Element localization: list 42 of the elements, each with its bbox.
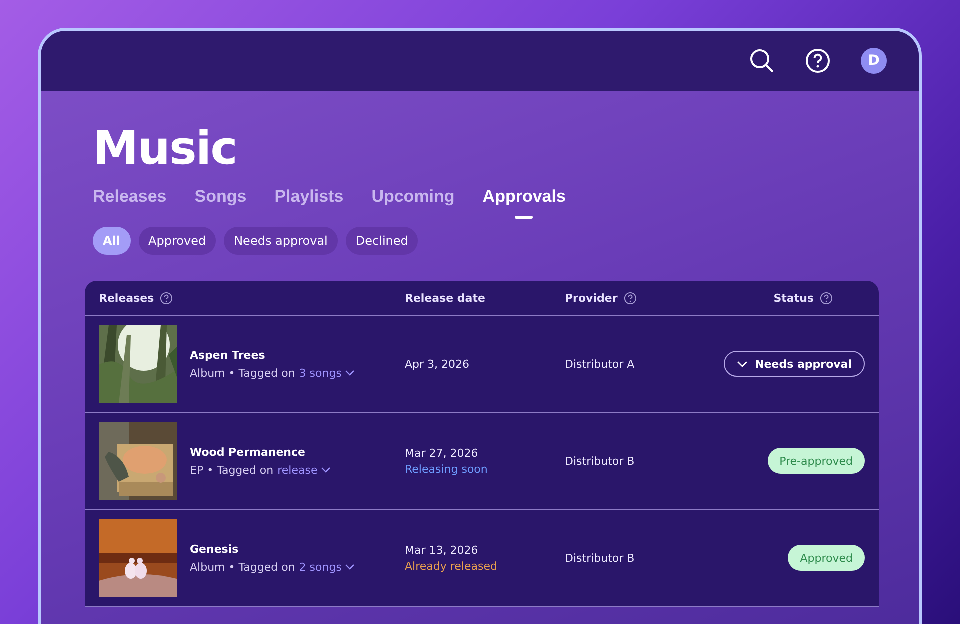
tag-link[interactable]: 2 songs (299, 560, 355, 574)
release-meta: Album • Tagged on (190, 560, 296, 574)
release-date: Apr 3, 2026 (405, 358, 471, 370)
column-header: Provider (565, 292, 618, 304)
release-name: Wood Permanence (190, 446, 306, 458)
provider: Distributor B (565, 552, 636, 564)
tag-link[interactable]: release (278, 464, 331, 476)
provider: Distributor A (565, 358, 636, 370)
date-note: Already released (405, 560, 498, 572)
search-icon[interactable] (749, 48, 775, 74)
column-header: Status (774, 292, 814, 304)
tab[interactable]: Upcoming (372, 187, 455, 223)
filter-chip[interactable]: Declined (346, 227, 418, 255)
status-dropdown[interactable]: Needs approval (724, 351, 865, 377)
tab[interactable]: Songs (194, 187, 247, 223)
status-badge: Approved (788, 545, 865, 571)
help-icon[interactable] (160, 292, 174, 304)
release-meta: EP • Tagged on (190, 464, 274, 476)
chevron-icon (344, 564, 355, 570)
filter-chip[interactable]: Needs approval (224, 227, 338, 255)
filter-chip[interactable]: Approved (138, 227, 216, 255)
tab[interactable]: Releases (93, 187, 167, 223)
help-icon[interactable] (820, 292, 833, 304)
page-title: Music (93, 121, 238, 175)
column-header: Releases (99, 292, 154, 304)
tag-link[interactable]: 3 songs (299, 366, 355, 380)
help-icon[interactable] (624, 292, 637, 304)
tab[interactable]: Approvals (482, 187, 566, 223)
chevron-icon (344, 370, 355, 376)
chevron-icon (737, 360, 748, 368)
avatar[interactable]: D (861, 48, 887, 74)
date-note: Releasing soon (405, 462, 489, 476)
release-meta: Album • Tagged on (190, 366, 296, 380)
chevron-icon (320, 467, 331, 473)
release-name: Genesis (190, 542, 240, 556)
status-badge: Pre-approved (768, 448, 865, 474)
provider: Distributor B (565, 454, 636, 468)
tab[interactable]: Playlists (274, 187, 344, 223)
release-name: Aspen Trees (190, 348, 266, 362)
release-date: Mar 27, 2026 (405, 446, 480, 460)
release-date: Mar 13, 2026 (405, 544, 480, 556)
column-header: Release date (405, 292, 486, 304)
